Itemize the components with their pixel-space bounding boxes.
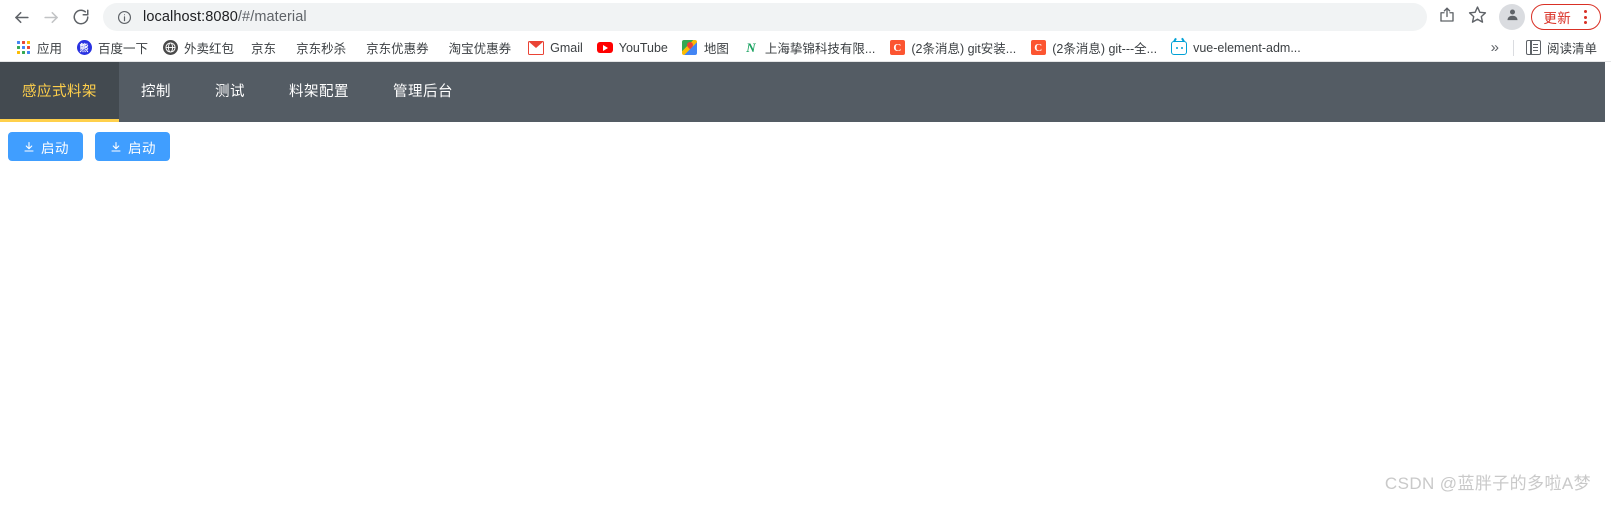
- csdn-watermark: CSDN @蓝胖子的多啦A梦: [1384, 474, 1591, 493]
- youtube-icon: [596, 40, 613, 56]
- nav-item-label: 料架配置: [289, 84, 349, 100]
- profile-avatar-icon: [1505, 7, 1520, 27]
- bookmark-baidu[interactable]: 熊 百度一下: [69, 37, 155, 59]
- nav-item-label: 控制: [141, 84, 171, 100]
- bookmarks-divider: [1512, 39, 1514, 56]
- bookmark-label: 上海挚锦科技有限...: [764, 42, 876, 56]
- share-button[interactable]: [1433, 3, 1461, 31]
- bookmark-gmail[interactable]: Gmail: [521, 37, 590, 59]
- bookmark-label: 百度一下: [98, 42, 149, 56]
- back-button[interactable]: [6, 2, 36, 32]
- csdn-icon: C: [1030, 40, 1046, 56]
- start-button-label: 启动: [128, 140, 156, 156]
- bookmark-jd[interactable]: 京东: [241, 37, 286, 59]
- bookmark-youtube[interactable]: YouTube: [590, 37, 675, 59]
- bookmark-label: (2条消息) git---全...: [1052, 42, 1158, 56]
- nav-item-admin-backend[interactable]: 管理后台: [371, 62, 475, 122]
- apps-grid-icon: [15, 40, 31, 56]
- reading-list-label: 阅读清单: [1546, 42, 1597, 56]
- bookmark-maps[interactable]: 地图: [675, 37, 736, 59]
- baidu-icon: 熊: [76, 40, 92, 56]
- nav-item-control[interactable]: 控制: [119, 62, 193, 122]
- bookmark-label: Gmail: [550, 40, 583, 55]
- csdn-icon: C: [889, 40, 905, 56]
- bookmark-button[interactable]: [1463, 3, 1491, 31]
- start-button-label: 启动: [41, 140, 69, 156]
- url-host: localhost:8080: [143, 9, 238, 25]
- start-button-1[interactable]: 启动: [8, 132, 83, 161]
- update-button-label: 更新: [1543, 11, 1571, 26]
- bookmark-shanghai-zhijin[interactable]: N 上海挚锦科技有限...: [736, 37, 882, 59]
- download-icon: [22, 140, 35, 153]
- nav-item-inductive-rack[interactable]: 感应式料架: [0, 62, 119, 122]
- bookmark-csdn-git-install[interactable]: C (2条消息) git安装...: [882, 37, 1023, 59]
- share-icon: [1438, 6, 1456, 29]
- bookmark-label: 京东优惠券: [366, 42, 429, 56]
- bookmarks-bar: 应用 熊 百度一下 外卖红包 京东 京东秒杀 京东优惠券 淘宝优惠券 Gmail…: [0, 34, 1611, 62]
- bookmark-label: 淘宝优惠券: [448, 42, 512, 56]
- bookmarks-overflow-button[interactable]: »: [1483, 40, 1507, 55]
- bookmark-vue-element-admin[interactable]: vue-element-adm...: [1164, 37, 1308, 59]
- reload-button[interactable]: [66, 2, 96, 32]
- forward-arrow-icon: [42, 8, 61, 27]
- reading-list-button[interactable]: 阅读清单: [1520, 37, 1603, 59]
- profile-button[interactable]: [1499, 4, 1526, 30]
- kebab-menu-icon[interactable]: [1576, 7, 1594, 27]
- start-button-2[interactable]: 启动: [95, 132, 170, 161]
- bookmark-jd-miaosha[interactable]: 京东秒杀: [286, 37, 356, 59]
- url-path: /#/material: [237, 9, 307, 25]
- globe-icon: [162, 40, 178, 56]
- bookmark-waimai-hongbao[interactable]: 外卖红包: [155, 37, 241, 59]
- reading-list-icon: [1525, 40, 1541, 55]
- gmail-icon: [528, 40, 545, 56]
- star-icon: [1468, 5, 1487, 29]
- bookmark-apps[interactable]: 应用: [8, 37, 69, 59]
- nav-item-label: 管理后台: [393, 84, 453, 100]
- google-maps-icon: [682, 40, 698, 56]
- address-bar[interactable]: localhost:8080/#/material: [103, 3, 1428, 31]
- n-logo-icon: N: [746, 39, 756, 55]
- address-bar-text: localhost:8080/#/material: [143, 9, 307, 25]
- page-toolbar: 启动 启动: [0, 122, 1611, 161]
- forward-button[interactable]: [36, 2, 66, 32]
- bookmark-taobao-youhuiquan[interactable]: 淘宝优惠券: [439, 37, 522, 59]
- browser-chrome: localhost:8080/#/material 更新 应用 熊 百度一下 外…: [0, 0, 1611, 62]
- bookmark-label: vue-element-adm...: [1193, 40, 1301, 55]
- download-icon: [109, 140, 122, 153]
- bookmark-jd-youhuiquan[interactable]: 京东优惠券: [356, 37, 439, 59]
- bilibili-tv-icon: [1171, 40, 1188, 56]
- browser-toolbar: localhost:8080/#/material 更新: [0, 0, 1611, 34]
- nav-item-rack-config[interactable]: 料架配置: [267, 62, 371, 122]
- nav-item-label: 测试: [215, 84, 245, 100]
- reload-icon: [72, 8, 90, 26]
- bookmark-label: 地图: [703, 42, 729, 56]
- bookmark-label: 京东秒杀: [296, 42, 347, 56]
- bookmark-csdn-git-all[interactable]: C (2条消息) git---全...: [1023, 37, 1164, 59]
- bookmark-label: (2条消息) git安装...: [911, 42, 1017, 56]
- app-navbar: 感应式料架 控制 测试 料架配置 管理后台: [0, 62, 1605, 122]
- update-button[interactable]: 更新: [1531, 4, 1601, 30]
- page-viewport: 感应式料架 控制 测试 料架配置 管理后台 启动 启动 CSDN @蓝胖子的多啦…: [0, 62, 1611, 508]
- bookmark-label: 应用: [37, 42, 63, 56]
- nav-item-label: 感应式料架: [22, 84, 97, 100]
- bookmark-label: 外卖红包: [184, 42, 235, 56]
- bookmark-label: 京东: [251, 42, 277, 56]
- back-arrow-icon: [12, 8, 31, 27]
- site-info-icon[interactable]: [116, 9, 132, 25]
- bookmark-label: YouTube: [618, 40, 668, 55]
- nav-item-test[interactable]: 测试: [193, 62, 267, 122]
